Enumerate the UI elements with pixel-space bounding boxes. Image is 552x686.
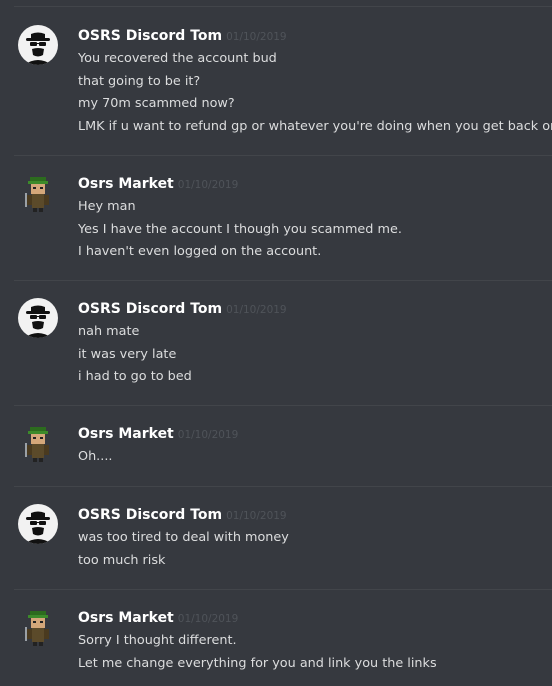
message-divider [14,486,552,487]
message-line: LMK if u want to refund gp or whatever y… [78,118,552,134]
author-name[interactable]: OSRS Discord Tom [78,28,222,44]
message-line: Sorry I thought different. [78,633,237,648]
message-line: that going to be it? [78,73,201,89]
walter-white-avatar[interactable] [18,25,58,65]
chat-messages: OSRS Discord Tom 01/10/2019 You recovered… [0,0,552,686]
message-line: Hey man [78,199,136,214]
message-divider [14,6,552,7]
message-timestamp: 01/10/2019 [177,179,239,191]
message-body: was too tired to deal with money too muc… [78,527,289,572]
message-timestamp: 01/10/2019 [226,31,287,43]
message-line: Yes I have the account I though you scam… [78,221,402,237]
walter-white-avatar[interactable] [18,504,58,544]
message-line: was too tired to deal with money [78,530,289,545]
message-line: I haven't even logged on the account. [78,244,322,259]
message-header: OSRS Discord Tom 01/10/2019 [78,298,287,318]
message-body: Oh.... [78,446,112,469]
message-header: OSRS Discord Tom 01/10/2019 [78,504,287,524]
author-name[interactable]: OSRS Discord Tom [78,301,222,317]
message-line: too much risk [78,552,166,568]
message-divider [14,589,552,590]
message-body: Sorry I thought different. Let me change… [78,630,437,675]
message-header: Osrs Market 01/10/2019 [78,423,238,443]
message-line: You recovered the account bud [78,51,277,66]
message-line: my 70m scammed now? [78,96,235,111]
message-header: Osrs Market 01/10/2019 [78,173,238,193]
message-timestamp: 01/10/2019 [226,304,287,316]
message-divider [14,405,552,406]
message-body: You recovered the account bud that going… [78,48,552,138]
author-name[interactable]: Osrs Market [78,176,174,192]
pixel-character-avatar[interactable] [18,173,58,213]
message-body: nah mate it was very late i had to go to… [78,321,192,389]
author-name[interactable]: Osrs Market [78,426,174,442]
message-divider [14,280,552,281]
pixel-character-avatar[interactable] [18,423,58,463]
message-header: OSRS Discord Tom 01/10/2019 [78,25,287,45]
message-line: nah mate [78,324,140,339]
message-line: i had to go to bed [78,369,192,384]
message-timestamp: 01/10/2019 [177,613,239,625]
message-timestamp: 01/10/2019 [226,510,287,522]
message-body: Hey man Yes I have the account I though … [78,196,402,264]
message-timestamp: 01/10/2019 [177,429,239,441]
author-name[interactable]: Osrs Market [78,610,174,626]
message-divider [14,155,552,156]
message-line: it was very late [78,346,177,362]
message-header: Osrs Market 01/10/2019 [78,607,238,627]
message-line: Oh.... [78,449,113,464]
message-line: Let me change everything for you and lin… [78,655,437,671]
walter-white-avatar[interactable] [18,298,58,338]
author-name[interactable]: OSRS Discord Tom [78,507,222,523]
pixel-character-avatar[interactable] [18,607,58,647]
